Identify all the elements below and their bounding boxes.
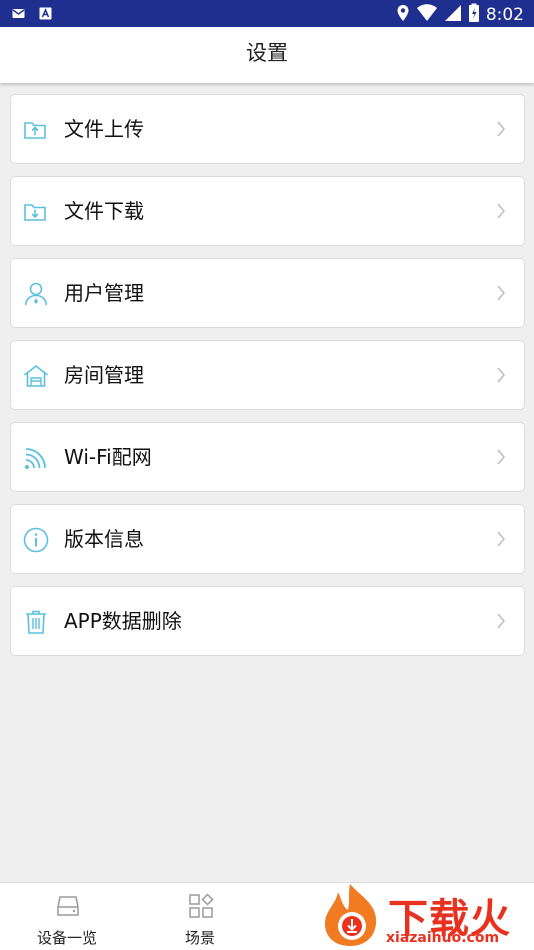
- cell-signal-icon: [444, 4, 462, 26]
- house-icon: [23, 363, 49, 389]
- info-icon: [23, 527, 49, 553]
- page-title: 设置: [246, 41, 288, 65]
- chevron-right-icon: [496, 203, 506, 219]
- wifi-icon: [23, 445, 49, 471]
- tab-label: 设备一览: [36, 929, 97, 947]
- gmail-notification-icon: [12, 5, 25, 18]
- menu-item-user-management[interactable]: 用户管理: [10, 258, 525, 328]
- menu-item-label: Wi-Fi配网: [64, 445, 152, 469]
- menu-item-label: 文件下载: [64, 199, 144, 223]
- chevron-right-icon: [496, 367, 506, 383]
- watermark-url: xiazaihuo.com: [386, 930, 500, 946]
- device-icon: [55, 893, 81, 919]
- menu-item-label: 用户管理: [64, 281, 144, 305]
- status-bar: 8:02: [0, 0, 534, 27]
- chevron-right-icon: [496, 121, 506, 137]
- menu-item-label: 文件上传: [64, 117, 144, 141]
- chevron-right-icon: [496, 449, 506, 465]
- scene-grid-icon: [188, 893, 214, 919]
- menu-item-file-download[interactable]: 文件下载: [10, 176, 525, 246]
- wifi-signal-icon: [416, 4, 438, 26]
- menu-item-wifi-config[interactable]: Wi-Fi配网: [10, 422, 525, 492]
- user-icon: [23, 281, 49, 307]
- chevron-right-icon: [496, 531, 506, 547]
- menu-item-delete-app-data[interactable]: APP数据删除: [10, 586, 525, 656]
- app-bar: 设置: [0, 27, 534, 83]
- trash-icon: [23, 609, 49, 635]
- watermark-logo: 下载火 xiazaihuo.com: [316, 880, 534, 950]
- menu-item-version-info[interactable]: 版本信息: [10, 504, 525, 574]
- status-time: 8:02: [485, 5, 524, 25]
- location-icon: [396, 4, 410, 26]
- menu-item-label: 版本信息: [64, 527, 144, 551]
- menu-item-file-upload[interactable]: 文件上传: [10, 94, 525, 164]
- battery-icon: [468, 3, 480, 27]
- tab-scenes[interactable]: 场景: [140, 883, 260, 950]
- menu-item-label: 房间管理: [64, 363, 144, 387]
- chevron-right-icon: [496, 613, 506, 629]
- chevron-right-icon: [496, 285, 506, 301]
- folder-upload-icon: [23, 117, 49, 143]
- flame-logo-icon: [320, 882, 384, 950]
- settings-menu: 文件上传 文件下载 用户管理 房间管理 Wi-Fi配网 版本信息 APP数据删除: [10, 94, 525, 668]
- folder-download-icon: [23, 199, 49, 225]
- menu-item-room-management[interactable]: 房间管理: [10, 340, 525, 410]
- tab-devices[interactable]: 设备一览: [7, 883, 127, 950]
- menu-item-label: APP数据删除: [64, 609, 182, 633]
- tab-label: 场景: [184, 929, 215, 947]
- app-notification-icon: [39, 5, 52, 20]
